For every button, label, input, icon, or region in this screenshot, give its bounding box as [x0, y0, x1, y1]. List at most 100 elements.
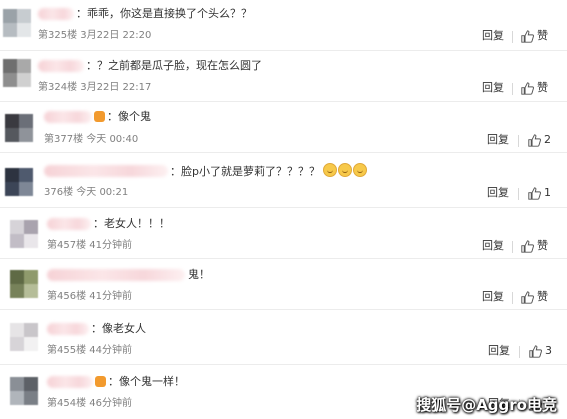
- avatar-pixel: [17, 59, 31, 73]
- comment-text-body: ：像个鬼一样！: [108, 375, 185, 388]
- avatar[interactable]: [10, 220, 38, 248]
- like-button[interactable]: 赞: [521, 81, 548, 95]
- avatar-pixel: [10, 323, 24, 337]
- comment-row: ：像个鬼 第377楼 今天 00:40 回复 2: [0, 102, 567, 152]
- comment-text: ：脸p小了就是萝莉了？？？？: [170, 163, 368, 179]
- reply-button[interactable]: 回复: [482, 81, 504, 95]
- avatar-pixel: [10, 220, 24, 234]
- avatar-pixel: [19, 168, 33, 182]
- like-count: 2: [544, 133, 551, 146]
- comment-meta: 第377楼 今天 00:40: [44, 134, 139, 145]
- comment-meta: 第455楼 44分钟前: [47, 345, 132, 356]
- avatar[interactable]: [3, 59, 31, 87]
- avatar[interactable]: [10, 270, 38, 298]
- like-button[interactable]: 赞: [521, 239, 548, 253]
- avatar-pixel: [10, 270, 24, 284]
- username[interactable]: [47, 269, 185, 281]
- avatar[interactable]: [5, 114, 33, 142]
- reply-button[interactable]: 回复: [482, 29, 504, 43]
- avatar-pixel: [24, 391, 38, 405]
- username[interactable]: [47, 323, 89, 335]
- avatar-pixel: [5, 128, 19, 142]
- action-separator: [512, 241, 513, 253]
- comment-row: ：脸p小了就是萝莉了？？？？ 376楼 今天 00:21 回复 1: [0, 153, 567, 207]
- reply-button[interactable]: 回复: [482, 290, 504, 304]
- comment-meta: 第457楼 41分钟前: [47, 240, 132, 251]
- action-separator: [512, 292, 513, 304]
- avatar-pixel: [3, 9, 17, 23]
- comment-text: ：像个鬼一样！: [95, 375, 185, 389]
- username[interactable]: [44, 165, 168, 177]
- smiley-emoji-icon: [323, 163, 338, 177]
- avatar-pixel: [19, 128, 33, 142]
- avatar-pixel: [10, 234, 24, 248]
- action-separator: [512, 83, 513, 95]
- avatar-pixel: [24, 377, 38, 391]
- avatar-pixel: [5, 114, 19, 128]
- like-count: 1: [544, 186, 551, 199]
- thumbs-up-icon: [529, 344, 542, 358]
- comment-meta: 第456楼 41分钟前: [47, 291, 132, 302]
- reply-button[interactable]: 回复: [482, 239, 504, 253]
- reply-button[interactable]: 回复: [487, 133, 509, 147]
- avatar-pixel: [5, 168, 19, 182]
- avatar-pixel: [24, 270, 38, 284]
- source-watermark: 搜狐号@Aggro电竞: [416, 396, 557, 414]
- avatar-pixel: [19, 182, 33, 196]
- vip-badge-icon: [94, 111, 105, 122]
- comment-text: ：？之前都是瓜子脸，现在怎么圆了: [86, 59, 262, 72]
- smiley-emoji-icon: [353, 163, 368, 177]
- reply-button[interactable]: 回复: [488, 344, 510, 358]
- like-button[interactable]: 3: [529, 344, 552, 358]
- avatar-pixel: [19, 114, 33, 128]
- avatar-pixel: [3, 23, 17, 37]
- avatar[interactable]: [5, 168, 33, 196]
- comment-row: 鬼！ 第456楼 41分钟前 回复 赞: [0, 259, 567, 309]
- like-count: 赞: [537, 239, 548, 252]
- smiley-emoji-icon: [338, 163, 353, 177]
- avatar-pixel: [17, 73, 31, 87]
- vip-badge-icon: [95, 376, 106, 387]
- comment-meta: 第454楼 46分钟前: [47, 398, 132, 409]
- thumbs-up-icon: [521, 81, 534, 95]
- like-count: 赞: [537, 29, 548, 42]
- comment-text: ：像老女人: [91, 322, 146, 335]
- reply-button[interactable]: 回复: [487, 186, 509, 200]
- comment-text: 鬼！: [188, 268, 210, 281]
- avatar-pixel: [10, 391, 24, 405]
- avatar-pixel: [10, 284, 24, 298]
- avatar-pixel: [24, 220, 38, 234]
- avatar-pixel: [10, 377, 24, 391]
- comment-text: ：老女人！！！: [93, 217, 170, 230]
- comment-text-body: ：像个鬼: [107, 110, 151, 123]
- avatar-pixel: [3, 73, 17, 87]
- comment-text: ：像个鬼: [94, 110, 151, 124]
- username[interactable]: [38, 8, 74, 20]
- avatar[interactable]: [3, 9, 31, 37]
- like-button[interactable]: 赞: [521, 29, 548, 43]
- like-button[interactable]: 赞: [521, 290, 548, 304]
- like-button[interactable]: 1: [528, 186, 551, 200]
- avatar-pixel: [5, 182, 19, 196]
- comment-text: ：乖乖，你这是直接换了个头么？？: [76, 7, 252, 20]
- avatar-pixel: [17, 23, 31, 37]
- comment-text-body: ：脸p小了就是萝莉了？？？？: [170, 165, 320, 178]
- thumbs-up-icon: [521, 290, 534, 304]
- username[interactable]: [47, 218, 91, 230]
- avatar-pixel: [24, 234, 38, 248]
- like-count: 赞: [537, 290, 548, 303]
- comment-row: ：？之前都是瓜子脸，现在怎么圆了 第324楼 3月22日 22:17 回复 赞: [0, 51, 567, 101]
- avatar[interactable]: [10, 323, 38, 351]
- avatar-pixel: [3, 59, 17, 73]
- username[interactable]: [47, 376, 93, 388]
- like-button[interactable]: 2: [528, 133, 551, 147]
- username[interactable]: [38, 60, 84, 72]
- action-separator: [512, 31, 513, 43]
- avatar-pixel: [24, 284, 38, 298]
- avatar[interactable]: [10, 377, 38, 405]
- action-separator: [518, 188, 519, 200]
- comment-row: ：像老女人 第455楼 44分钟前 回复 3: [0, 310, 567, 364]
- avatar-pixel: [24, 337, 38, 351]
- action-separator: [518, 135, 519, 147]
- username[interactable]: [44, 111, 92, 123]
